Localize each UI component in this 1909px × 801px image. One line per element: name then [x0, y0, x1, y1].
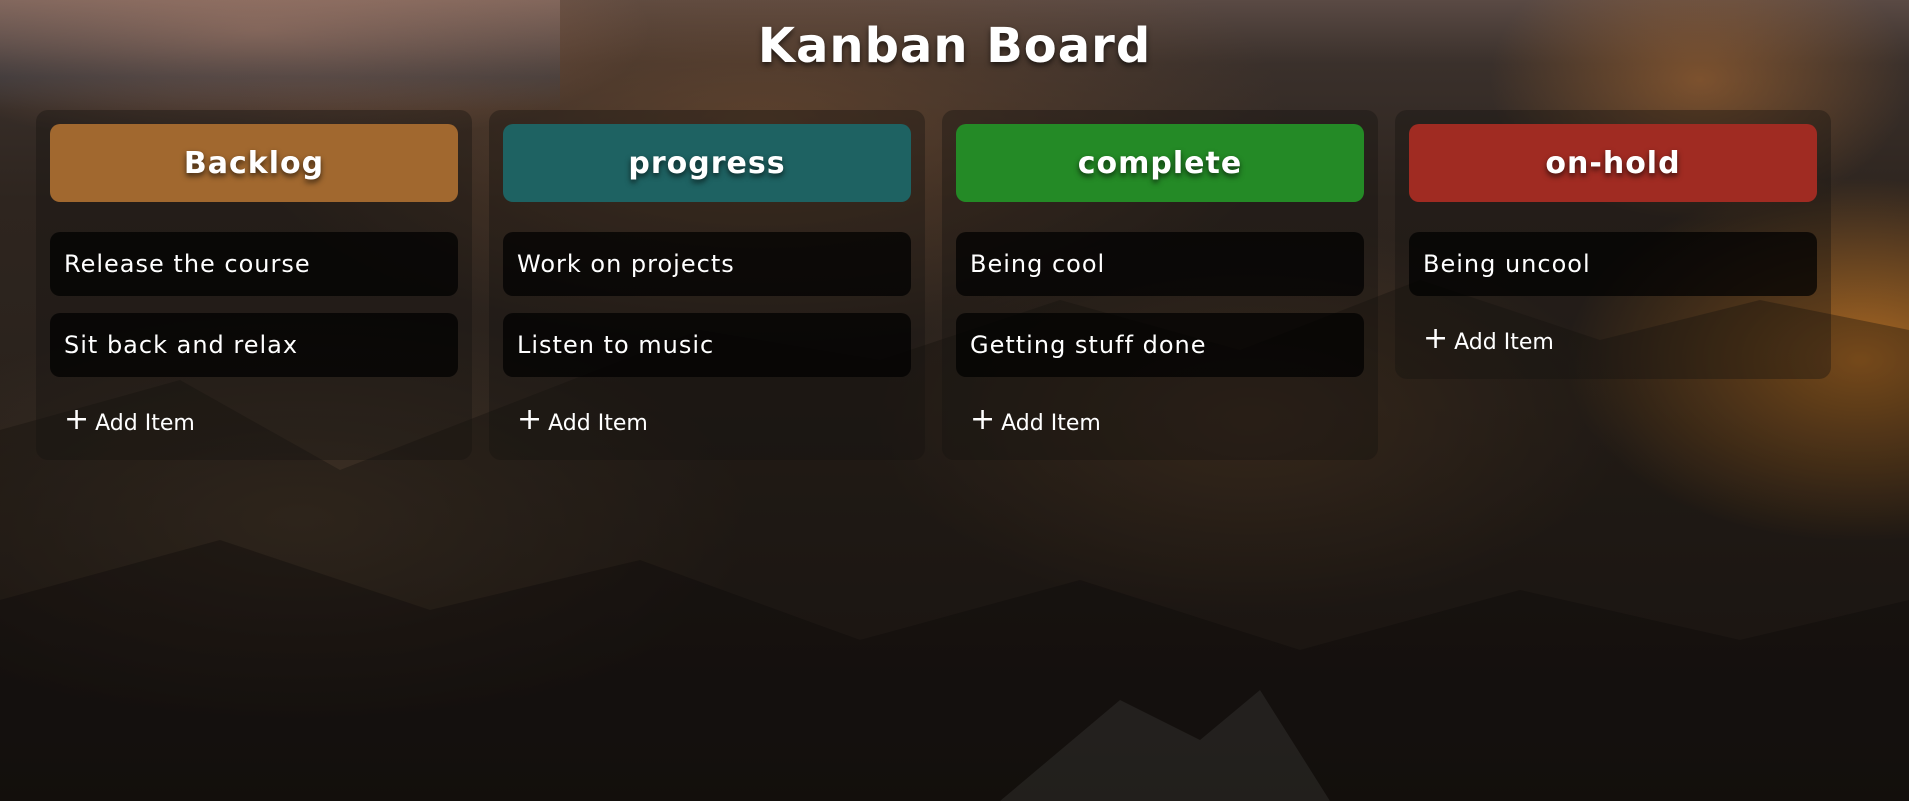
list-item[interactable]: Release the course	[50, 232, 458, 296]
add-item-label: Add Item	[1001, 410, 1101, 436]
add-item-label: Add Item	[1454, 329, 1554, 355]
column-header-on-hold: on-hold	[1409, 124, 1817, 202]
column-header-progress: progress	[503, 124, 911, 202]
column-complete: complete Being cool Getting stuff done +…	[942, 110, 1378, 460]
column-items: Being uncool	[1409, 232, 1817, 296]
page-title: Kanban Board	[757, 18, 1152, 74]
column-header-complete: complete	[956, 124, 1364, 202]
column-items: Release the course Sit back and relax	[50, 232, 458, 377]
column-progress: progress Work on projects Listen to musi…	[489, 110, 925, 460]
add-item-button[interactable]: + Add Item	[956, 394, 1364, 452]
column-items: Being cool Getting stuff done	[956, 232, 1364, 377]
plus-icon: +	[64, 402, 90, 437]
column-backlog: Backlog Release the course Sit back and …	[36, 110, 472, 460]
kanban-board: Backlog Release the course Sit back and …	[36, 110, 1831, 460]
add-item-label: Add Item	[548, 410, 648, 436]
column-items: Work on projects Listen to music	[503, 232, 911, 377]
list-item[interactable]: Listen to music	[503, 313, 911, 377]
add-item-label: Add Item	[95, 410, 195, 436]
plus-icon: +	[970, 402, 996, 437]
plus-icon: +	[517, 402, 543, 437]
column-header-backlog: Backlog	[50, 124, 458, 202]
column-on-hold: on-hold Being uncool + Add Item	[1395, 110, 1831, 379]
add-item-button[interactable]: + Add Item	[50, 394, 458, 452]
list-item[interactable]: Sit back and relax	[50, 313, 458, 377]
plus-icon: +	[1423, 321, 1449, 356]
list-item[interactable]: Work on projects	[503, 232, 911, 296]
add-item-button[interactable]: + Add Item	[503, 394, 911, 452]
list-item[interactable]: Getting stuff done	[956, 313, 1364, 377]
list-item[interactable]: Being uncool	[1409, 232, 1817, 296]
add-item-button[interactable]: + Add Item	[1409, 313, 1817, 371]
list-item[interactable]: Being cool	[956, 232, 1364, 296]
